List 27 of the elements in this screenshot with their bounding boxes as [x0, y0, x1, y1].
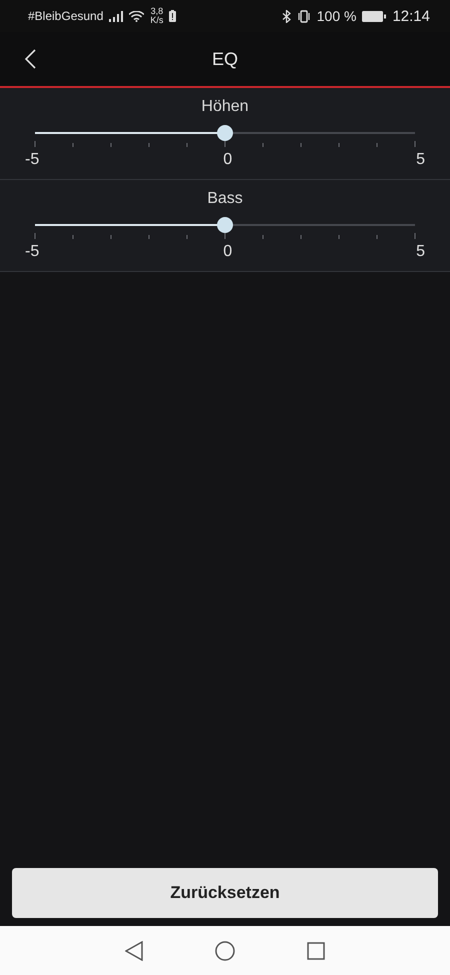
back-nav-icon[interactable] [125, 940, 143, 960]
scale-label: 5 [416, 151, 425, 169]
vibrate-icon [296, 10, 311, 22]
bluetooth-icon [282, 10, 291, 22]
slider-thumb[interactable] [217, 217, 233, 233]
wifi-icon [129, 10, 144, 22]
recents-icon[interactable] [307, 942, 325, 960]
slider-label: Bass [207, 190, 243, 209]
battery-icon [362, 10, 386, 22]
home-icon[interactable] [215, 940, 235, 960]
reset-button[interactable]: Zurücksetzen [12, 868, 438, 918]
speed-unit: K/s [150, 16, 164, 25]
scale-label: -5 [25, 243, 40, 261]
screen-title: EQ [212, 48, 238, 70]
status-text: #BleibGesund [28, 9, 104, 23]
signal-icon [109, 10, 124, 22]
scale-label: 5 [416, 243, 425, 261]
scale-label: -5 [25, 151, 40, 169]
battery-alert-icon [169, 10, 176, 22]
status-time: 12:14 [392, 8, 430, 24]
speed-value: 3,8 [150, 7, 164, 16]
slider-thumb[interactable] [217, 125, 233, 141]
slider-label: Höhen [201, 98, 249, 117]
battery-percent: 100 % [316, 8, 356, 24]
back-icon[interactable] [24, 49, 36, 69]
scale-label: 0 [223, 151, 232, 169]
scale-label: 0 [223, 243, 232, 261]
